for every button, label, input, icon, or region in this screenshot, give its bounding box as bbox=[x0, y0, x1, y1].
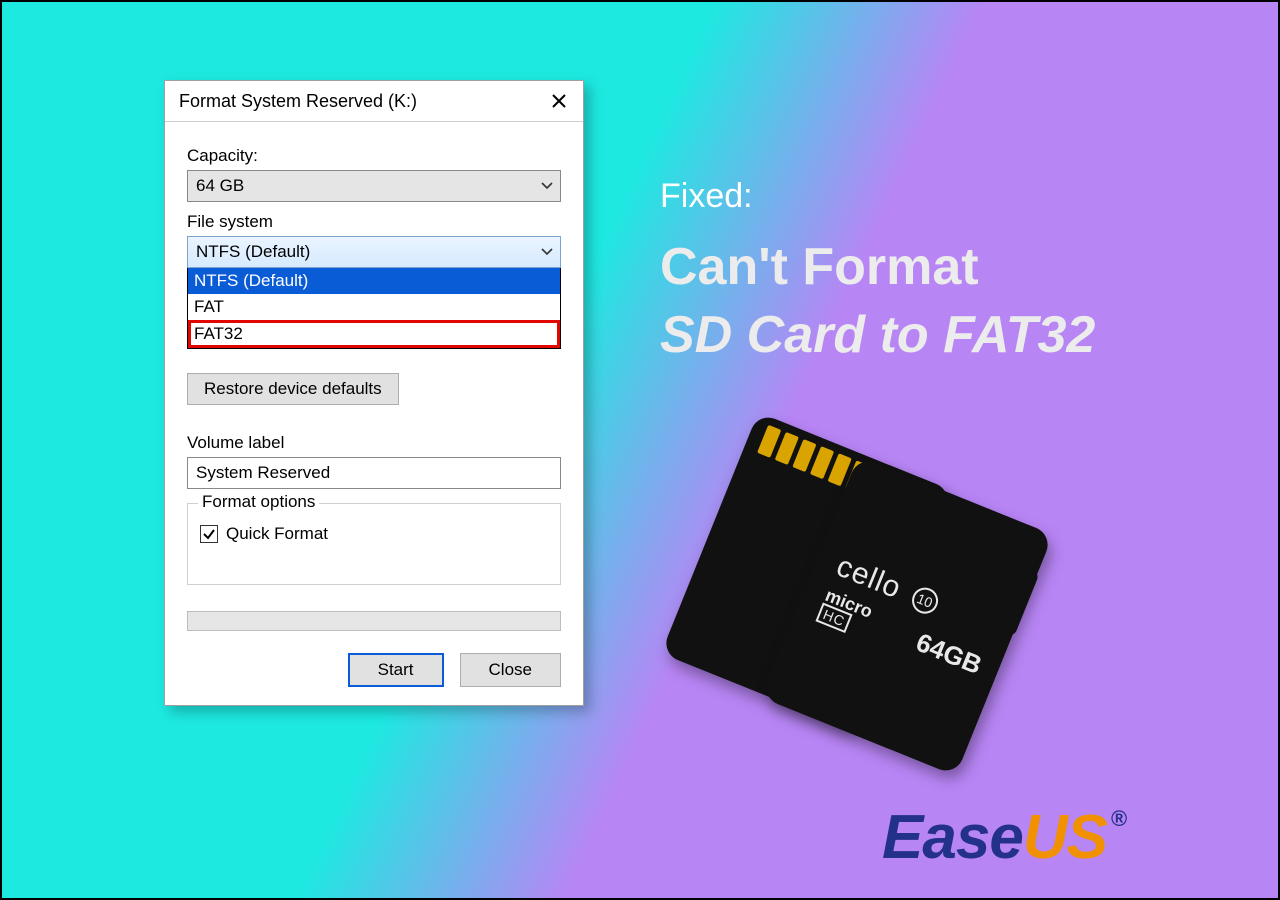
sd-card-print: cello 10 micro HC 64GB bbox=[815, 550, 1001, 685]
dialog-title: Format System Reserved (K:) bbox=[179, 91, 417, 112]
format-options-legend: Format options bbox=[198, 492, 319, 512]
filesystem-dropdown[interactable]: NTFS (Default) bbox=[187, 236, 561, 268]
chevron-down-icon bbox=[540, 182, 554, 190]
logo-ease: Ease bbox=[882, 803, 1023, 872]
dialog-body: Capacity: 64 GB File system NTFS (Defaul… bbox=[165, 122, 583, 705]
quick-format-checkbox[interactable] bbox=[200, 525, 218, 543]
format-dialog: Format System Reserved (K:) Capacity: 64… bbox=[164, 80, 584, 706]
headline-line2: SD Card to FAT32 bbox=[660, 302, 1220, 370]
capacity-dropdown[interactable]: 64 GB bbox=[187, 170, 561, 202]
restore-defaults-button[interactable]: Restore device defaults bbox=[187, 373, 399, 405]
option-fat[interactable]: FAT bbox=[188, 294, 560, 320]
capacity-label: Capacity: bbox=[187, 146, 561, 166]
chevron-down-icon bbox=[540, 248, 554, 256]
titlebar: Format System Reserved (K:) bbox=[165, 81, 583, 122]
volume-label-label: Volume label bbox=[187, 433, 561, 453]
option-fat32[interactable]: FAT32 bbox=[188, 320, 560, 348]
close-button[interactable]: Close bbox=[460, 653, 561, 687]
progress-bar bbox=[187, 611, 561, 631]
sd-cards-illustration: cello 10 micro HC 64GB bbox=[702, 442, 1062, 762]
headline-line1: Can't Format bbox=[660, 234, 1220, 302]
headline-fixed: Fixed: bbox=[660, 174, 1220, 218]
filesystem-label: File system bbox=[187, 212, 561, 232]
close-icon[interactable] bbox=[543, 89, 575, 113]
filesystem-value: NTFS (Default) bbox=[196, 242, 310, 262]
registered-icon: ® bbox=[1111, 806, 1126, 831]
quick-format-label: Quick Format bbox=[226, 524, 328, 544]
volume-label-input[interactable] bbox=[187, 457, 561, 489]
option-ntfs[interactable]: NTFS (Default) bbox=[188, 268, 560, 294]
format-options-group: Format options Quick Format bbox=[187, 503, 561, 585]
capacity-value: 64 GB bbox=[196, 176, 244, 196]
speed-class-icon: 10 bbox=[908, 584, 942, 618]
logo-us: US bbox=[1023, 803, 1107, 872]
filesystem-options-list: NTFS (Default) FAT FAT32 bbox=[187, 268, 561, 349]
easeus-logo: EaseUS® bbox=[882, 802, 1122, 873]
headline: Fixed: Can't Format SD Card to FAT32 bbox=[660, 174, 1220, 369]
start-button[interactable]: Start bbox=[348, 653, 444, 687]
